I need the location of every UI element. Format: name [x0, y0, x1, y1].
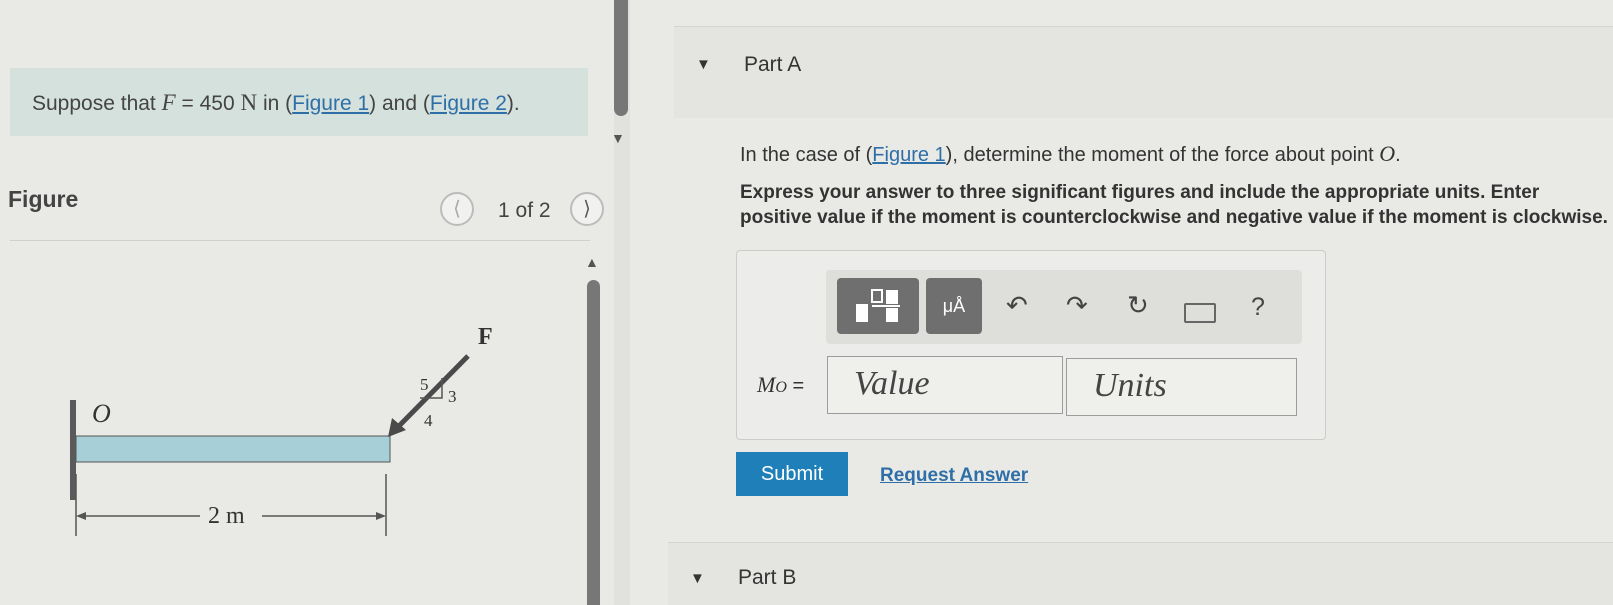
figure-divider	[10, 240, 590, 241]
question-prefix: In the case of (	[740, 144, 873, 166]
part-b-title: Part B	[738, 566, 797, 589]
intro-suffix: ).	[506, 92, 520, 115]
beam	[75, 435, 391, 463]
help-button[interactable]: ?	[1251, 293, 1265, 322]
value-input[interactable]: Value	[827, 356, 1063, 414]
templates-button[interactable]	[837, 278, 919, 334]
part-b-header[interactable]	[668, 542, 1613, 605]
redo-icon[interactable]: ↷	[1066, 290, 1088, 321]
intro-prefix: Suppose that	[32, 92, 162, 115]
moment-label: MO =	[757, 372, 804, 398]
answer-instructions: Express your answer to three significant…	[740, 182, 1608, 228]
chevron-right-icon: ⟩	[583, 198, 591, 220]
slope-vertical: 3	[448, 387, 457, 406]
request-answer-link[interactable]: Request Answer	[880, 465, 1028, 487]
chevron-left-icon: ⟨	[453, 198, 461, 220]
dimension-arrow-left	[76, 512, 86, 520]
question-end: .	[1395, 144, 1401, 166]
dimension-arrow-right	[376, 512, 386, 520]
part-a-title: Part A	[744, 53, 802, 76]
undo-icon[interactable]: ↶	[1006, 290, 1028, 321]
question-figure-1-link[interactable]: Figure 1	[872, 144, 945, 166]
figure-2-link[interactable]: Figure 2	[430, 92, 507, 115]
symbols-label: μÅ	[942, 295, 966, 316]
units-input[interactable]: Units	[1066, 358, 1297, 416]
expand-caret-icon[interactable]: ▼	[690, 570, 705, 587]
reset-icon[interactable]: ↻	[1127, 290, 1149, 321]
question-body: ), determine the moment of the force abo…	[945, 144, 1380, 166]
slope-hypotenuse: 5	[420, 375, 429, 394]
part-a-header[interactable]	[674, 26, 1613, 118]
moment-subscript: O	[775, 379, 787, 396]
scroll-down-arrow-icon[interactable]: ▼	[611, 130, 625, 146]
figure-1-link[interactable]: Figure 1	[292, 92, 369, 115]
force-unit: N	[240, 90, 258, 115]
wall-support	[70, 400, 76, 500]
figure-heading: Figure	[8, 186, 79, 212]
moment-equals: =	[786, 375, 805, 397]
intro-connector: in (	[257, 92, 293, 115]
symbols-button[interactable]: μÅ	[926, 278, 982, 334]
intro-connector-2: ) and (	[369, 92, 430, 115]
keyboard-icon[interactable]	[1184, 303, 1216, 323]
templates-icon	[856, 289, 900, 322]
submit-button[interactable]: Submit	[736, 452, 848, 496]
force-label: F	[478, 324, 493, 350]
problem-statement: Suppose that F = 450 N in (Figure 1) and…	[10, 68, 588, 136]
point-o-label: O	[92, 399, 111, 428]
moment-var: M	[757, 372, 776, 397]
beam-figure: O F 5 3 4 2 m	[70, 324, 493, 536]
length-label: 2 m	[208, 503, 245, 529]
force-variable: F	[161, 90, 176, 115]
previous-figure-button[interactable]: ⟨	[440, 192, 474, 226]
scroll-up-arrow-icon[interactable]: ▲	[585, 254, 599, 270]
part-a-question: In the case of (Figure 1), determine the…	[740, 141, 1401, 167]
figure-counter: 1 of 2	[498, 199, 551, 222]
next-figure-button[interactable]: ⟩	[570, 192, 604, 226]
scrollbar-thumb[interactable]	[614, 0, 628, 116]
slope-horizontal: 4	[424, 411, 433, 430]
force-value: = 450	[175, 92, 241, 115]
collapse-caret-icon[interactable]: ▼	[696, 56, 711, 73]
figure-panel-scrollbar-thumb[interactable]	[587, 280, 600, 605]
question-point-o: O	[1379, 141, 1396, 166]
